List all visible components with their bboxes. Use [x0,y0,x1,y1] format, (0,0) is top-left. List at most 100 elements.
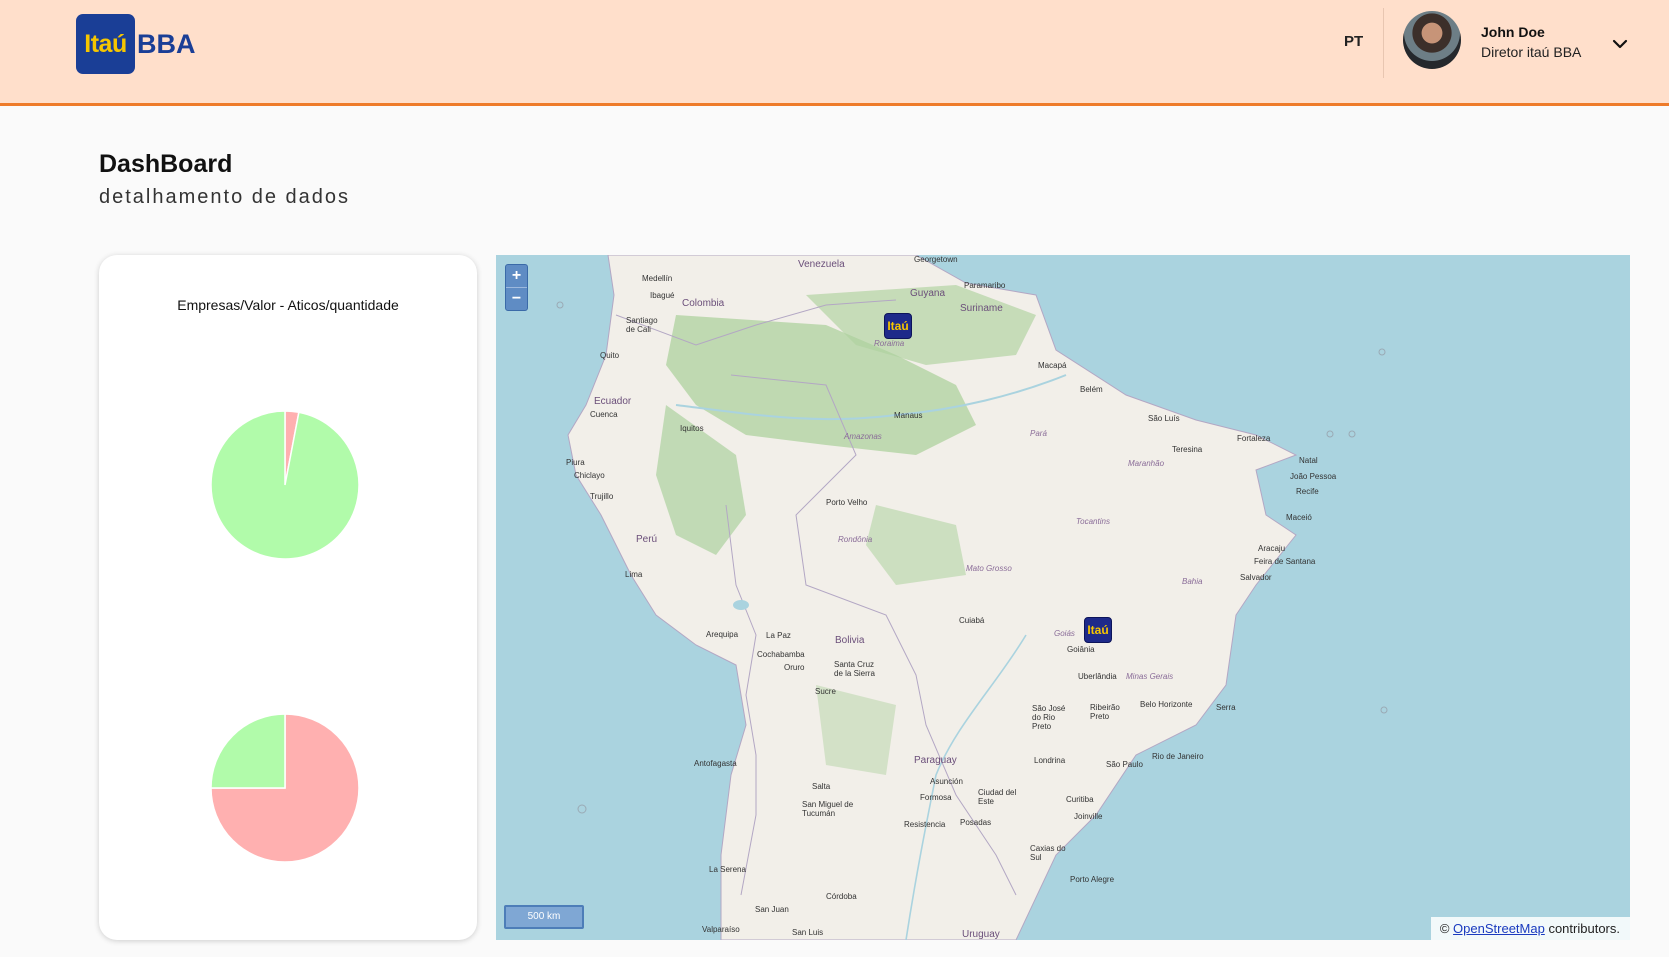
island [577,804,587,814]
map-label: Sucre [815,687,836,696]
map-label: São Paulo [1106,760,1143,769]
map-label: Serra [1216,703,1236,712]
page-title: DashBoard [99,150,233,178]
map-label: Oruro [784,663,805,672]
map-label: Uruguay [962,929,1000,940]
map-label: Resistencia [904,820,946,829]
map-label: Aracaju [1258,544,1286,553]
pie-slice-0-1[interactable] [210,410,360,560]
map-label: San Miguel de Tucumán [802,800,854,818]
attribution-suffix: contributors. [1548,921,1620,936]
map-label: Minas Gerais [1126,672,1174,681]
map-label: São José do Rio Preto [1032,704,1066,731]
island [556,301,564,309]
map-label: Cuenca [590,410,618,419]
logo-box: Itaú [76,14,135,74]
map-label: São Luís [1148,414,1180,423]
map-label: Manaus [894,411,923,420]
map-label: Asunción [930,777,963,786]
chevron-down-icon[interactable] [1608,32,1632,56]
map-label: Feira de Santana [1254,557,1316,566]
map-label: Iquitos [680,424,704,433]
map-label: Cuiabá [959,616,985,625]
map-label: Uberlândia [1078,672,1117,681]
map-label: Ecuador [594,396,632,407]
pie-chart-empresas[interactable] [210,410,360,560]
itau-bba-logo[interactable]: Itaú BBA [76,14,196,74]
chart-card: Empresas/Valor - Aticos/quantidade [99,255,477,940]
language-selector[interactable]: PT [1344,33,1363,50]
page-subtitle: detalhamento de dados [99,186,351,208]
map-label: Curitiba [1066,795,1094,804]
map-label: Tocantins [1076,517,1110,526]
attribution-prefix: © [1439,921,1450,936]
map-label: Lima [625,570,643,579]
pie-slice-1-1[interactable] [210,713,286,789]
map-label: Ciudad del Este [978,788,1017,806]
map-label: Porto Velho [826,498,868,507]
map-label: San Juan [755,905,789,914]
map-label: Ribeirão Preto [1090,703,1120,721]
map-label: Trujillo [590,492,614,501]
map-label: Joinville [1074,812,1103,821]
map-label: Santa Cruz de la Sierra [834,660,875,678]
avatar[interactable] [1403,11,1461,69]
openstreetmap-link[interactable]: OpenStreetMap [1453,921,1545,936]
chart-title: Empresas/Valor - Aticos/quantidade [177,297,399,313]
header-divider [1383,8,1384,78]
pie-chart-aticos[interactable] [210,713,360,863]
zoom-control: + − [505,264,528,311]
map-label: Bahia [1182,577,1203,586]
zoom-in-button[interactable]: + [506,265,527,287]
itau-marker-roraima[interactable]: Itaú [884,313,912,339]
map-label: Cochabamba [757,650,805,659]
map-label: Piura [566,458,585,467]
user-role: Diretor itaú BBA [1481,44,1582,60]
map-label: San Luis [792,928,824,937]
island [1326,430,1334,438]
lake-titicaca [733,600,749,610]
island [1380,706,1388,714]
map-label: Chiclayo [574,471,605,480]
map-label: La Serena [709,865,746,874]
itau-marker-goiania[interactable]: Itaú [1084,617,1112,643]
map-basemap [556,255,1388,940]
map-label: Ibagué [650,291,675,300]
map-label: Posadas [960,818,992,827]
map-label: Salvador [1240,573,1272,582]
map-label: Córdoba [826,892,857,901]
map-label: Goiânia [1067,645,1095,654]
map-label: Salta [812,782,831,791]
map-label: Medellín [642,274,673,283]
map-label: Georgetown [914,255,958,264]
map-label: Amazonas [844,432,882,441]
map-label: Antofagasta [694,759,737,768]
zoom-out-button[interactable]: − [506,287,527,309]
map-label: Mato Grosso [966,564,1012,573]
map-label: Formosa [920,793,952,802]
map-label: Bolivia [835,635,865,646]
map-label: Maranhão [1128,459,1165,468]
map-label: La Paz [766,631,791,640]
map-attribution: © OpenStreetMap contributors. [1430,917,1630,940]
map-scale-bar: 500 km [504,905,584,929]
map-label: Guyana [910,288,946,299]
map-label: Belém [1080,385,1103,394]
map-label: Rio de Janeiro [1152,752,1204,761]
map-label: Caxias do Sul [1030,844,1066,862]
map-label: Porto Alegre [1070,875,1115,884]
map-label: Londrina [1034,756,1066,765]
island [1378,348,1386,356]
map-label: Rondônia [838,535,873,544]
map-label: Maceió [1286,513,1312,522]
map-label: Suriname [960,303,1003,314]
map-label: Santiago de Cali [626,316,658,334]
map[interactable]: Venezuela Guyana Suriname Colombia Ecuad… [496,255,1630,940]
map-label: Teresina [1172,445,1203,454]
map-label: Belo Horizonte [1140,700,1193,709]
map-label: Roraima [874,339,905,348]
map-label: Recife [1296,487,1319,496]
map-label: Natal [1299,456,1318,465]
map-label: Pará [1030,429,1047,438]
map-label: Paraguay [914,755,957,766]
